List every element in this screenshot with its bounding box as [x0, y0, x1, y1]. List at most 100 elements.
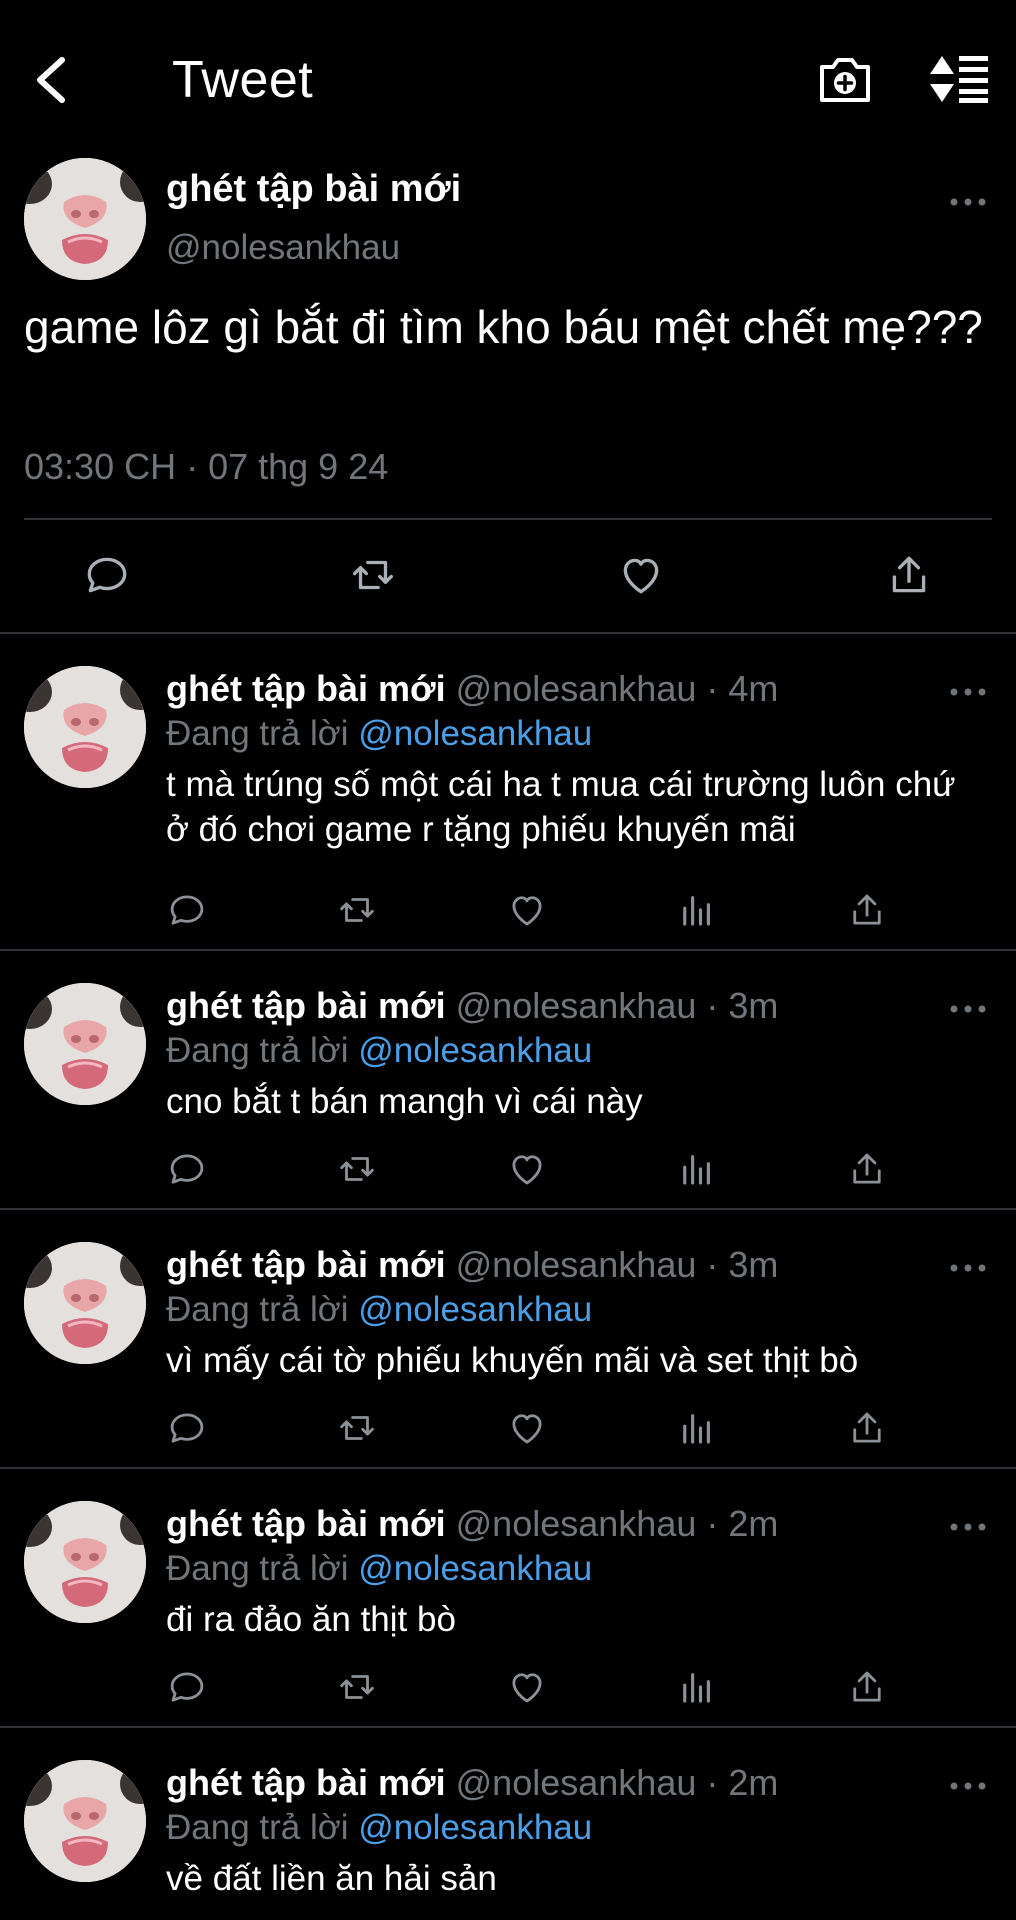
avatar[interactable]	[24, 1501, 146, 1623]
reply-icon	[82, 550, 132, 600]
replying-to: Đang trả lời @nolesankhau	[166, 1031, 592, 1071]
back-button[interactable]	[28, 52, 78, 108]
more-options-button[interactable]	[948, 1776, 988, 1796]
analytics-button[interactable]	[676, 1148, 718, 1190]
author-handle[interactable]: @nolesankhau	[166, 228, 400, 268]
reply-action-bar	[0, 1407, 1016, 1457]
retweet-button[interactable]	[348, 550, 398, 600]
avatar[interactable]	[24, 666, 146, 788]
author-name[interactable]: ghét tập bài mới	[166, 168, 461, 211]
author-handle-time: @nolesankhau · 2m	[455, 1503, 779, 1544]
chevron-left-icon	[37, 57, 65, 103]
like-button[interactable]	[616, 550, 666, 600]
mention-link[interactable]: @nolesankhau	[358, 1808, 592, 1847]
more-options-button[interactable]	[948, 999, 988, 1019]
reply-action-bar	[0, 889, 1016, 939]
reply-button[interactable]	[166, 1148, 208, 1190]
analytics-button[interactable]	[676, 889, 718, 931]
retweet-icon	[348, 550, 398, 600]
like-icon	[506, 889, 548, 931]
author-name[interactable]: ghét tập bài mới	[166, 985, 446, 1026]
reply-text: vì mấy cái tờ phiếu khuyến mãi và set th…	[166, 1341, 859, 1380]
retweet-button[interactable]	[336, 1148, 378, 1190]
like-button[interactable]	[506, 1148, 548, 1190]
replying-to: Đang trả lời @nolesankhau	[166, 1808, 592, 1848]
share-button[interactable]	[846, 1666, 888, 1708]
author-handle-time: @nolesankhau · 3m	[455, 1244, 779, 1285]
analytics-icon	[676, 889, 718, 931]
camera-button[interactable]	[818, 52, 872, 106]
retweet-button[interactable]	[336, 1407, 378, 1449]
reply-text: t mà trúng số một cái ha t mua cái trườn…	[166, 765, 956, 849]
more-dots-icon	[950, 198, 986, 206]
share-button[interactable]	[846, 1407, 888, 1449]
author-handle-time: @nolesankhau · 4m	[455, 668, 779, 709]
avatar-image	[24, 1501, 146, 1623]
mention-link[interactable]: @nolesankhau	[358, 714, 592, 753]
analytics-icon	[676, 1148, 718, 1190]
avatar[interactable]	[24, 1760, 146, 1882]
mention-link[interactable]: @nolesankhau	[358, 1549, 592, 1588]
replying-to: Đang trả lời @nolesankhau	[166, 714, 592, 754]
replying-to-label: Đang trả lời	[166, 1031, 349, 1070]
reply-button[interactable]	[166, 889, 208, 931]
share-button[interactable]	[846, 1148, 888, 1190]
like-button[interactable]	[506, 889, 548, 931]
reply-header: ghét tập bài mới @nolesankhau · 4m	[166, 668, 778, 710]
reply-button[interactable]	[166, 1407, 208, 1449]
replying-to-label: Đang trả lời	[166, 1290, 349, 1329]
retweet-button[interactable]	[336, 889, 378, 931]
retweet-icon	[336, 1666, 378, 1708]
author-name[interactable]: ghét tập bài mới	[166, 1503, 446, 1544]
reply-tweet[interactable]: ghét tập bài mới @nolesankhau · 2m Đang t…	[0, 1469, 1016, 1728]
divider	[24, 518, 992, 520]
more-dots-icon	[950, 1782, 986, 1790]
reply-text: về đất liền ăn hải sản	[166, 1859, 497, 1898]
analytics-button[interactable]	[676, 1407, 718, 1449]
tweet-timestamp: 03:30 CH · 07 thg 9 24	[24, 446, 389, 487]
share-button[interactable]	[846, 889, 888, 931]
like-icon	[616, 550, 666, 600]
replying-to-label: Đang trả lời	[166, 714, 349, 753]
sort-list-icon	[930, 56, 988, 103]
reply-button[interactable]	[82, 550, 132, 600]
author-name[interactable]: ghét tập bài mới	[166, 1244, 446, 1285]
mention-link[interactable]: @nolesankhau	[358, 1031, 592, 1070]
share-button[interactable]	[884, 550, 934, 600]
like-icon	[506, 1407, 548, 1449]
more-options-button[interactable]	[948, 682, 988, 702]
retweet-button[interactable]	[336, 1666, 378, 1708]
more-dots-icon	[950, 1005, 986, 1013]
more-options-button[interactable]	[948, 1258, 988, 1278]
share-icon	[884, 550, 934, 600]
more-dots-icon	[950, 1264, 986, 1272]
reply-tweet[interactable]: ghét tập bài mới @nolesankhau · 3m Đang t…	[0, 951, 1016, 1210]
like-button[interactable]	[506, 1407, 548, 1449]
reply-tweet[interactable]: ghét tập bài mới @nolesankhau · 3m Đang t…	[0, 1210, 1016, 1469]
avatar-image	[24, 666, 146, 788]
main-tweet: ghét tập bài mới @nolesankhau game lôz g…	[0, 150, 1016, 634]
replying-to: Đang trả lời @nolesankhau	[166, 1549, 592, 1589]
reply-icon	[166, 889, 208, 931]
mention-link[interactable]: @nolesankhau	[358, 1290, 592, 1329]
like-button[interactable]	[506, 1666, 548, 1708]
retweet-icon	[336, 1148, 378, 1190]
sort-button[interactable]	[928, 54, 990, 104]
avatar[interactable]	[24, 983, 146, 1105]
avatar[interactable]	[24, 158, 146, 280]
reply-header: ghét tập bài mới @nolesankhau · 3m	[166, 1244, 778, 1286]
author-name[interactable]: ghét tập bài mới	[166, 668, 446, 709]
author-name[interactable]: ghét tập bài mới	[166, 1762, 446, 1803]
top-bar: Tweet	[0, 0, 1016, 160]
tweet-text: game lôz gì bắt đi tìm kho báu mệt chết …	[24, 301, 983, 353]
reply-text: đi ra đảo ăn thịt bò	[166, 1600, 456, 1639]
avatar[interactable]	[24, 1242, 146, 1364]
reply-tweet[interactable]: ghét tập bài mới @nolesankhau · 4m Đang t…	[0, 634, 1016, 951]
more-options-button[interactable]	[948, 192, 988, 212]
reply-icon	[166, 1148, 208, 1190]
retweet-icon	[336, 1407, 378, 1449]
reply-button[interactable]	[166, 1666, 208, 1708]
analytics-button[interactable]	[676, 1666, 718, 1708]
more-options-button[interactable]	[948, 1517, 988, 1537]
reply-tweet[interactable]: ghét tập bài mới @nolesankhau · 2m Đang t…	[0, 1728, 1016, 1920]
